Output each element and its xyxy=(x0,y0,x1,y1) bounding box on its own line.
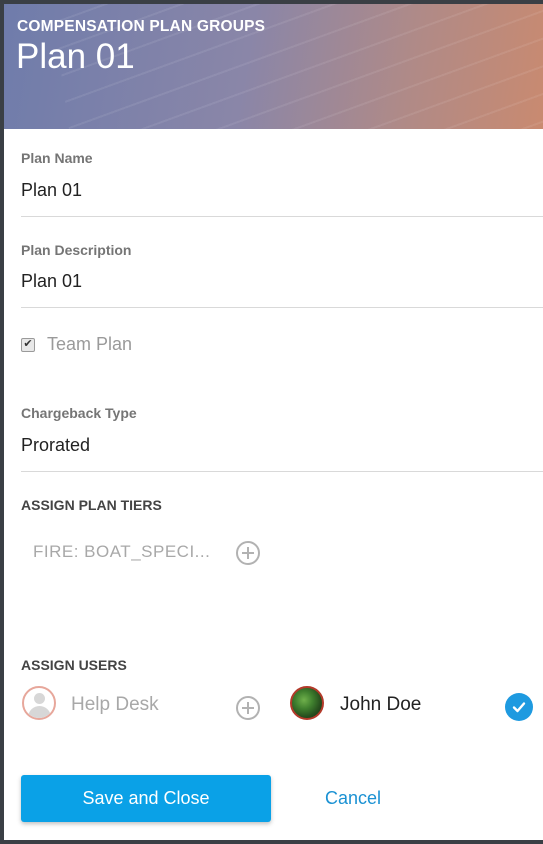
add-plan-tier-icon[interactable] xyxy=(236,541,260,565)
panel-header: COMPENSATION PLAN GROUPS Plan 01 xyxy=(4,4,543,129)
chargeback-type-label: Chargeback Type xyxy=(21,405,137,421)
assigned-check-icon[interactable] xyxy=(505,693,533,721)
assign-users-title: ASSIGN USERS xyxy=(21,657,127,673)
plan-name-field[interactable]: Plan Name Plan 01 xyxy=(21,150,543,217)
divider xyxy=(21,471,543,472)
cancel-button[interactable]: Cancel xyxy=(304,775,402,822)
plan-name-label: Plan Name xyxy=(21,150,93,166)
section-kicker: COMPENSATION PLAN GROUPS xyxy=(17,18,266,35)
plan-tier-item: FIRE: BOAT_SPECI... xyxy=(33,542,211,561)
assigned-user-name: John Doe xyxy=(340,694,422,715)
edit-plan-panel: COMPENSATION PLAN GROUPS Plan 01 Plan Na… xyxy=(4,4,543,840)
save-and-close-button[interactable]: Save and Close xyxy=(21,775,271,822)
chargeback-type-value[interactable]: Prorated xyxy=(21,435,543,456)
plan-name-value[interactable]: Plan 01 xyxy=(21,180,543,201)
plan-description-field[interactable]: Plan Description Plan 01 xyxy=(21,242,543,308)
plan-description-label: Plan Description xyxy=(21,242,132,258)
divider xyxy=(21,216,543,217)
chargeback-type-field[interactable]: Chargeback Type Prorated xyxy=(21,405,543,472)
user-avatar-photo xyxy=(290,686,324,720)
divider xyxy=(21,307,543,308)
add-user-icon[interactable] xyxy=(236,696,260,720)
team-plan-checkbox[interactable]: ✔ Team Plan xyxy=(21,334,132,355)
page-title: Plan 01 xyxy=(16,37,135,76)
available-user-name: Help Desk xyxy=(71,694,159,715)
assign-plan-tiers-title: ASSIGN PLAN TIERS xyxy=(21,497,162,513)
team-plan-label: Team Plan xyxy=(47,334,133,354)
plan-description-value[interactable]: Plan 01 xyxy=(21,271,543,292)
default-avatar-icon xyxy=(22,686,56,720)
checkbox-checked-icon[interactable]: ✔ xyxy=(21,337,35,352)
